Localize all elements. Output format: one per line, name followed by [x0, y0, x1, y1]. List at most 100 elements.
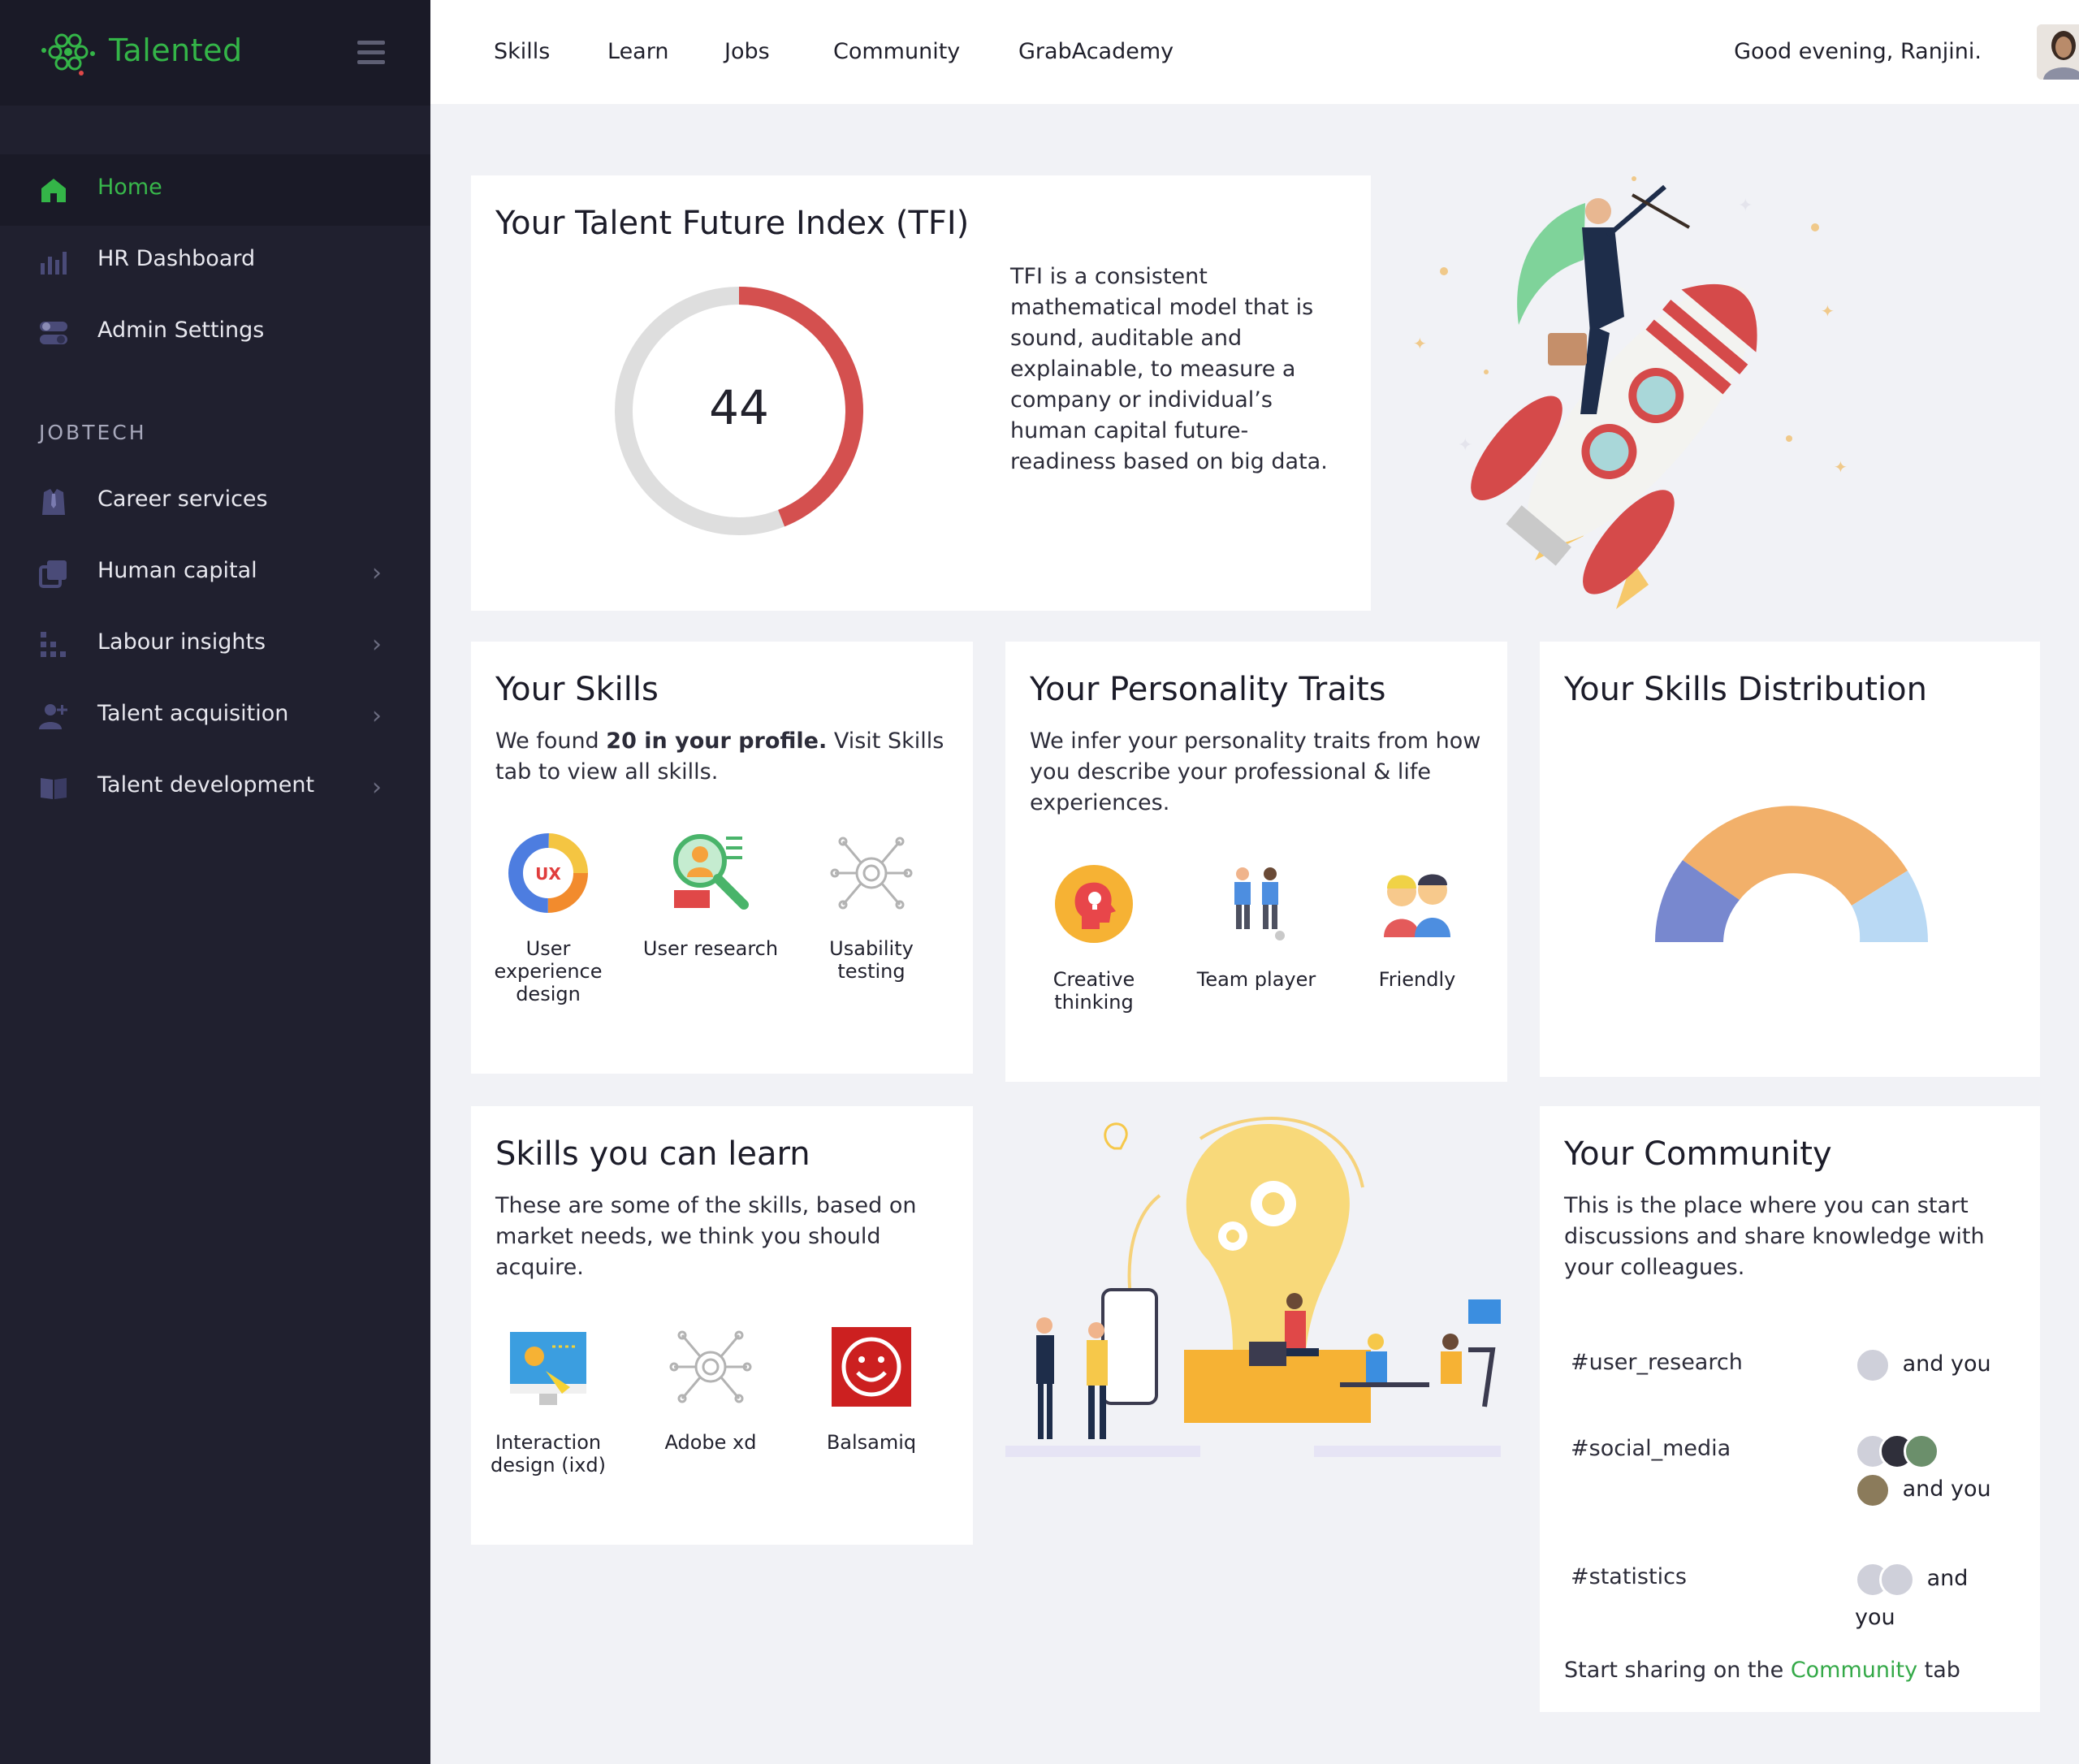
- tfi-score: 44: [709, 380, 769, 435]
- hamburger-menu-icon[interactable]: [357, 41, 385, 65]
- trait-label: Friendly: [1378, 968, 1456, 991]
- sidebar-item-label: Human capital: [97, 558, 257, 583]
- community-description: This is the place where you can start di…: [1564, 1193, 1985, 1280]
- and-you-text: and you: [1902, 1476, 1991, 1502]
- sidebar-item-home[interactable]: Home: [0, 154, 430, 226]
- greeting-text: Good evening, Ranjini.: [1734, 39, 1982, 64]
- team-idea-illustration: [1005, 1117, 1501, 1457]
- brand-bar: Talented: [0, 0, 430, 106]
- participant-avatar[interactable]: [1904, 1433, 1939, 1469]
- hashtag-social-media[interactable]: #social_media: [1571, 1436, 1731, 1461]
- tfi-title: Your Talent Future Index (TFI): [495, 205, 970, 242]
- app-name: Talented: [109, 32, 243, 68]
- chevron-right-icon: ›: [372, 702, 382, 730]
- svg-text:✦: ✦: [1458, 435, 1472, 456]
- community-title: Your Community: [1564, 1135, 1832, 1173]
- sidebar-section-heading: JOBTECH: [39, 421, 147, 444]
- skill-item[interactable]: User research: [633, 828, 788, 960]
- magnifier-icon: [673, 834, 749, 910]
- participants: and you: [1855, 1345, 1991, 1384]
- balsamiq-icon: [832, 1327, 911, 1407]
- interaction-icon: [510, 1332, 586, 1405]
- tab-grabacademy[interactable]: GrabAcademy: [1018, 39, 1173, 64]
- sidebar-item-label: Home: [97, 175, 162, 200]
- chevron-right-icon: ›: [372, 630, 382, 659]
- toggle-settings-icon: [40, 322, 67, 344]
- sidebar-item-admin-settings[interactable]: Admin Settings: [0, 297, 430, 369]
- participants: and you: [1855, 1431, 2001, 1509]
- skills-title: Your Skills: [495, 671, 659, 708]
- tfi-description: TFI is a consistent mathematical model t…: [1010, 264, 1328, 474]
- chevron-right-icon: ›: [372, 559, 382, 587]
- user-avatar[interactable]: [2037, 24, 2079, 80]
- learn-skill-item[interactable]: Balsamiq: [794, 1322, 949, 1454]
- your-skills-card: Your Skills We found 20 in your profile.…: [471, 642, 973, 1074]
- book-icon: [41, 778, 67, 799]
- sidebar-item-label: Talent development: [97, 772, 315, 798]
- participants: and you: [1855, 1559, 1985, 1637]
- skill-item[interactable]: UX User experience design: [471, 828, 625, 1005]
- personality-title: Your Personality Traits: [1030, 671, 1386, 708]
- rocket-illustration: ✦ ✦ ✦ ✦ ✦: [1413, 176, 1848, 609]
- community-tab-link[interactable]: Community: [1791, 1658, 1917, 1683]
- skill-label: User experience design: [494, 937, 603, 1005]
- learn-skill-label: Interaction design (ixd): [490, 1431, 607, 1476]
- sidebar-item-career-services[interactable]: Career services: [0, 466, 430, 538]
- learn-skill-label: Adobe xd: [664, 1431, 757, 1454]
- talented-logo[interactable]: [39, 29, 99, 78]
- community-footer: Start sharing on the Community tab: [1564, 1655, 2019, 1686]
- sidebar-item-labour-insights[interactable]: Labour insights ›: [0, 609, 430, 681]
- chevron-right-icon: ›: [372, 773, 382, 802]
- skills-desc-pre: We found: [495, 729, 607, 754]
- svg-text:✦: ✦: [1738, 196, 1753, 216]
- svg-text:✦: ✦: [1413, 334, 1427, 353]
- team-icon: [1234, 867, 1285, 940]
- tfi-card: Your Talent Future Index (TFI) 44 TFI is…: [471, 175, 1371, 611]
- ux-icon: UX: [508, 833, 588, 913]
- trait-item[interactable]: Friendly: [1340, 859, 1494, 991]
- skill-item[interactable]: Usability testing: [794, 828, 949, 983]
- hashtag-statistics[interactable]: #statistics: [1571, 1564, 1687, 1589]
- trait-item[interactable]: Creative thinking: [1017, 859, 1171, 1014]
- sidebar-item-label: HR Dashboard: [97, 246, 256, 271]
- top-navigation-bar: Skills Learn Jobs Community GrabAcademy …: [430, 0, 2079, 104]
- svg-text:UX: UX: [535, 864, 561, 884]
- network-icon: [669, 1330, 752, 1403]
- skills-to-learn-card: Skills you can learn These are some of t…: [471, 1106, 973, 1545]
- participant-avatar[interactable]: [1855, 1472, 1891, 1508]
- community-footer-pre: Start sharing on the: [1564, 1658, 1791, 1683]
- trait-label: Creative thinking: [1052, 968, 1135, 1014]
- community-footer-post: tab: [1917, 1658, 1960, 1683]
- trait-item[interactable]: Team player: [1179, 859, 1333, 991]
- tab-learn[interactable]: Learn: [607, 39, 668, 64]
- participant-avatar[interactable]: [1855, 1347, 1891, 1383]
- learn-skill-label: Balsamiq: [826, 1431, 917, 1454]
- home-icon: [41, 179, 66, 202]
- sidebar-item-talent-development[interactable]: Talent development ›: [0, 752, 430, 824]
- hashtag-user-research[interactable]: #user_research: [1571, 1350, 1743, 1375]
- tab-jobs[interactable]: Jobs: [724, 39, 770, 64]
- bar-chart-icon: [41, 252, 67, 275]
- skill-label: Usability testing: [829, 937, 914, 983]
- skills-distribution-card: Your Skills Distribution: [1540, 642, 2040, 1077]
- sidebar-item-talent-acquisition[interactable]: Talent acquisition ›: [0, 681, 430, 752]
- personality-description: We infer your personality traits from ho…: [1030, 729, 1481, 815]
- sidebar-item-label: Labour insights: [97, 629, 266, 655]
- dots-grid-icon: [41, 632, 66, 657]
- sidebar-item-human-capital[interactable]: Human capital ›: [0, 538, 430, 609]
- sidebar-item-hr-dashboard[interactable]: HR Dashboard: [0, 226, 430, 297]
- network-icon: [830, 837, 913, 910]
- trait-label: Team player: [1196, 968, 1316, 991]
- distribution-title: Your Skills Distribution: [1564, 671, 1927, 708]
- sidebar-item-label: Talent acquisition: [97, 701, 289, 726]
- learn-skill-item[interactable]: Interaction design (ixd): [471, 1322, 625, 1476]
- creative-head-icon: [1055, 865, 1133, 943]
- participant-avatar[interactable]: [1879, 1561, 1915, 1598]
- tab-community[interactable]: Community: [833, 39, 960, 64]
- learn-description: These are some of the skills, based on m…: [495, 1193, 917, 1280]
- sidebar: Talented Home HR Dashboard Admin Setting…: [0, 0, 430, 1764]
- tab-skills[interactable]: Skills: [494, 39, 550, 64]
- skills-description: We found 20 in your profile. Visit Skill…: [495, 726, 950, 788]
- learn-skill-item[interactable]: Adobe xd: [633, 1322, 788, 1454]
- shirt-tie-icon: [42, 489, 65, 515]
